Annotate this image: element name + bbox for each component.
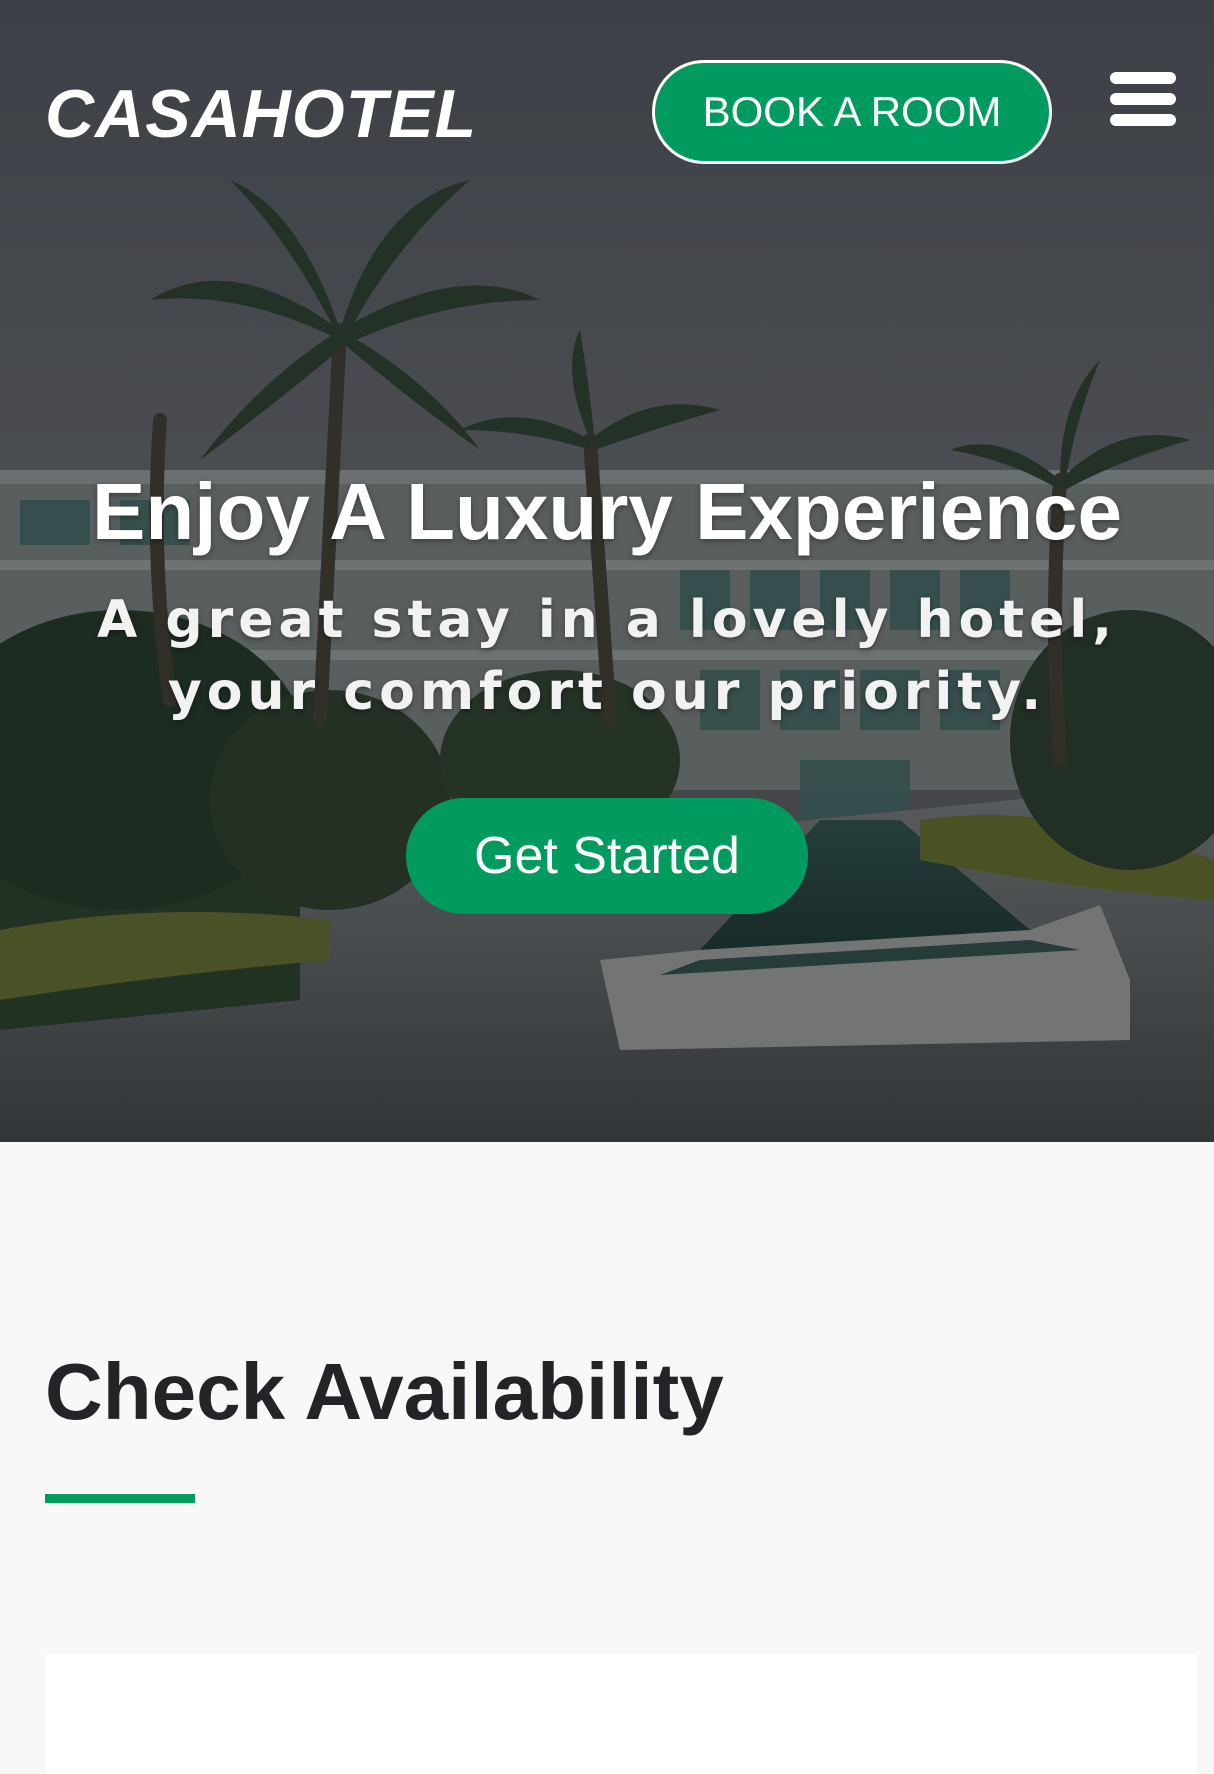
hamburger-menu-icon[interactable]	[1110, 72, 1176, 126]
section-title: Check Availability	[45, 1347, 724, 1436]
book-a-room-button[interactable]: BOOK A ROOM	[652, 60, 1052, 164]
section-title-underline	[45, 1494, 195, 1503]
site-logo[interactable]: CASAHOTEL	[45, 72, 477, 156]
get-started-button[interactable]: Get Started	[406, 798, 808, 914]
hero-title: Enjoy A Luxury Experience	[92, 467, 1122, 556]
hero-section: CASAHOTEL BOOK A ROOM Enjoy A Luxury Exp…	[0, 0, 1214, 1142]
menu-bar-middle	[1110, 93, 1176, 105]
menu-bar-bottom	[1110, 114, 1176, 126]
check-availability-section: Check Availability	[0, 1142, 1214, 1774]
hero-content: Enjoy A Luxury Experience A great stay i…	[0, 462, 1214, 914]
availability-form-card	[45, 1654, 1197, 1774]
menu-bar-top	[1110, 72, 1176, 84]
hero-subtitle: A great stay in a lovely hotel, your com…	[97, 590, 1117, 722]
